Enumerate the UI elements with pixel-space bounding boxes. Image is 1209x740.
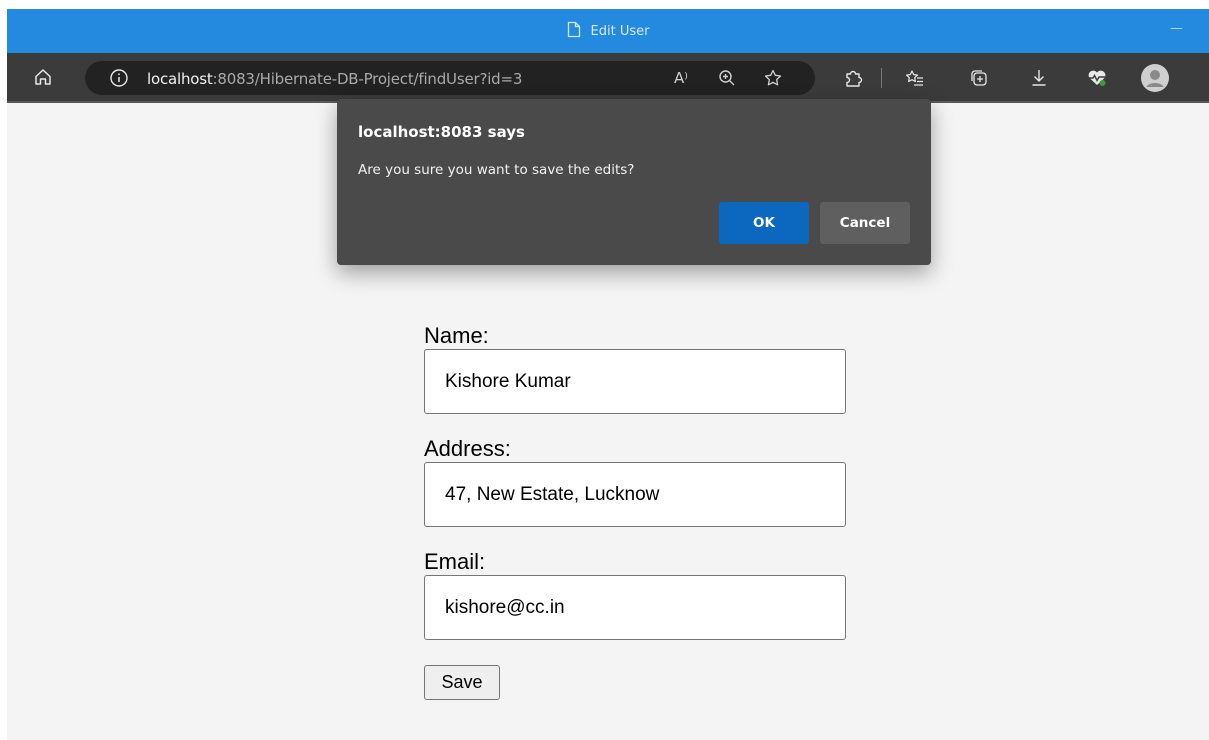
window-title: Edit User bbox=[590, 23, 650, 39]
save-button[interactable]: Save bbox=[424, 665, 500, 700]
email-label: Email: bbox=[424, 549, 486, 574]
info-icon[interactable] bbox=[105, 64, 133, 92]
address-field[interactable] bbox=[424, 462, 846, 527]
confirm-dialog: localhost:8083 says Are you sure you wan… bbox=[337, 99, 931, 265]
address-label: Address: bbox=[424, 436, 511, 461]
title-bar: Edit User — bbox=[7, 9, 1209, 53]
profile-avatar-icon[interactable] bbox=[1139, 62, 1171, 94]
home-icon[interactable] bbox=[29, 63, 57, 91]
cancel-button[interactable]: Cancel bbox=[820, 202, 910, 244]
name-label: Name: bbox=[424, 323, 489, 348]
browser-window: Edit User — localhost:8083/Hibernate-DB-… bbox=[7, 9, 1209, 740]
favorite-star-icon[interactable] bbox=[759, 64, 787, 92]
zoom-icon[interactable] bbox=[713, 64, 741, 92]
name-field[interactable] bbox=[424, 349, 846, 414]
collections-icon[interactable] bbox=[965, 64, 993, 92]
read-aloud-icon[interactable]: A⁾ bbox=[667, 64, 695, 92]
extensions-icon[interactable] bbox=[839, 64, 867, 92]
address-bar[interactable]: localhost:8083/Hibernate-DB-Project/find… bbox=[85, 61, 815, 95]
url-text[interactable]: localhost:8083/Hibernate-DB-Project/find… bbox=[147, 70, 522, 88]
minimize-button[interactable]: — bbox=[1170, 21, 1183, 36]
email-field[interactable] bbox=[424, 575, 846, 640]
dialog-message: Are you sure you want to save the edits? bbox=[358, 162, 635, 178]
url-path: :8083/Hibernate-DB-Project/findUser?id=3 bbox=[212, 70, 523, 88]
favorites-list-icon[interactable] bbox=[901, 64, 929, 92]
toolbar-separator bbox=[881, 68, 882, 88]
health-icon[interactable] bbox=[1083, 64, 1111, 92]
url-host: localhost bbox=[147, 70, 213, 88]
browser-toolbar: localhost:8083/Hibernate-DB-Project/find… bbox=[7, 53, 1209, 103]
document-icon bbox=[567, 21, 581, 42]
downloads-icon[interactable] bbox=[1025, 64, 1053, 92]
ok-button[interactable]: OK bbox=[719, 202, 809, 244]
dialog-title: localhost:8083 says bbox=[358, 123, 525, 141]
